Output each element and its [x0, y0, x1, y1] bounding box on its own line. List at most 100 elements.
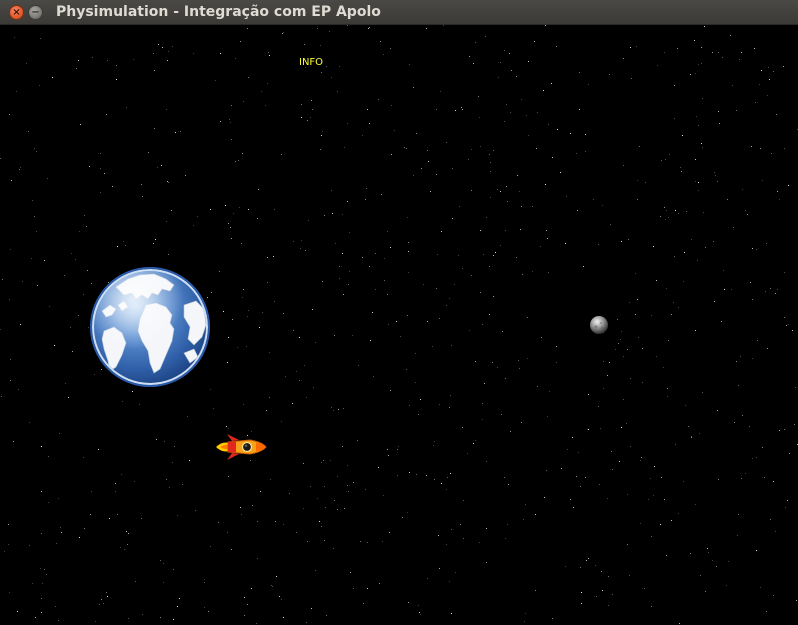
star	[372, 312, 373, 313]
star	[339, 66, 340, 67]
star	[718, 111, 719, 112]
star	[362, 135, 363, 136]
star	[384, 280, 385, 281]
star	[367, 542, 368, 543]
star	[656, 280, 657, 281]
star	[749, 426, 750, 427]
star	[480, 292, 481, 293]
star	[593, 199, 594, 200]
minimize-window-button[interactable]: −	[28, 5, 43, 20]
star	[635, 314, 636, 315]
star	[243, 404, 244, 405]
star	[358, 365, 359, 366]
star	[480, 146, 481, 147]
star	[784, 272, 785, 273]
star	[712, 560, 713, 561]
star	[322, 131, 323, 132]
star	[148, 152, 149, 153]
star	[122, 401, 123, 402]
star	[527, 358, 528, 359]
star	[637, 180, 638, 181]
star	[383, 54, 384, 55]
star	[730, 35, 731, 36]
star	[306, 397, 307, 398]
star	[644, 588, 645, 589]
star	[505, 538, 506, 539]
star	[384, 258, 385, 259]
close-window-button[interactable]: ×	[9, 5, 24, 20]
star	[783, 66, 784, 67]
star	[31, 258, 32, 259]
star	[324, 486, 325, 487]
star	[776, 114, 777, 115]
star	[626, 423, 627, 424]
simulation-canvas[interactable]: INFO	[0, 25, 798, 625]
star	[366, 188, 367, 189]
star	[440, 91, 441, 92]
star	[387, 231, 388, 232]
rocket-ship	[216, 434, 267, 460]
star	[583, 266, 584, 267]
star	[281, 421, 282, 422]
star	[154, 128, 155, 129]
star	[733, 227, 734, 228]
star	[240, 507, 241, 508]
star	[268, 52, 269, 53]
star	[691, 436, 692, 437]
star	[299, 337, 300, 338]
star	[449, 407, 450, 408]
star	[83, 294, 84, 295]
star	[311, 608, 312, 609]
star	[546, 230, 547, 231]
star	[347, 201, 348, 202]
star	[525, 613, 526, 614]
star	[367, 109, 368, 110]
star	[343, 408, 344, 409]
star	[547, 238, 548, 239]
star	[731, 289, 732, 290]
star	[463, 538, 464, 539]
star	[579, 72, 580, 73]
star	[648, 499, 649, 500]
star	[348, 284, 349, 285]
star	[231, 549, 232, 550]
star	[637, 299, 638, 300]
star	[471, 149, 472, 150]
star	[343, 294, 344, 295]
star	[450, 395, 451, 396]
star	[713, 241, 714, 242]
star	[467, 453, 468, 454]
star	[91, 491, 92, 492]
star	[142, 196, 143, 197]
star	[244, 615, 245, 616]
star	[779, 199, 780, 200]
star	[329, 31, 330, 32]
star	[163, 563, 164, 564]
star	[526, 115, 527, 116]
star	[629, 302, 630, 303]
star	[47, 178, 48, 179]
star	[35, 617, 36, 618]
star	[576, 153, 577, 154]
star	[507, 201, 508, 202]
star	[462, 427, 463, 428]
star	[339, 278, 340, 279]
star	[283, 524, 284, 525]
star	[317, 28, 318, 29]
star	[505, 230, 506, 231]
star	[231, 238, 232, 239]
star	[436, 288, 437, 289]
star	[441, 483, 442, 484]
star	[630, 446, 631, 447]
star	[241, 243, 242, 244]
star	[779, 430, 780, 431]
star	[506, 186, 507, 187]
star	[231, 139, 232, 140]
star	[204, 607, 205, 608]
star	[116, 79, 117, 80]
star	[230, 227, 231, 228]
star	[39, 85, 40, 86]
star	[521, 99, 522, 100]
star	[505, 378, 506, 379]
window-titlebar[interactable]: × − Physimulation - Integração com EP Ap…	[0, 0, 798, 25]
